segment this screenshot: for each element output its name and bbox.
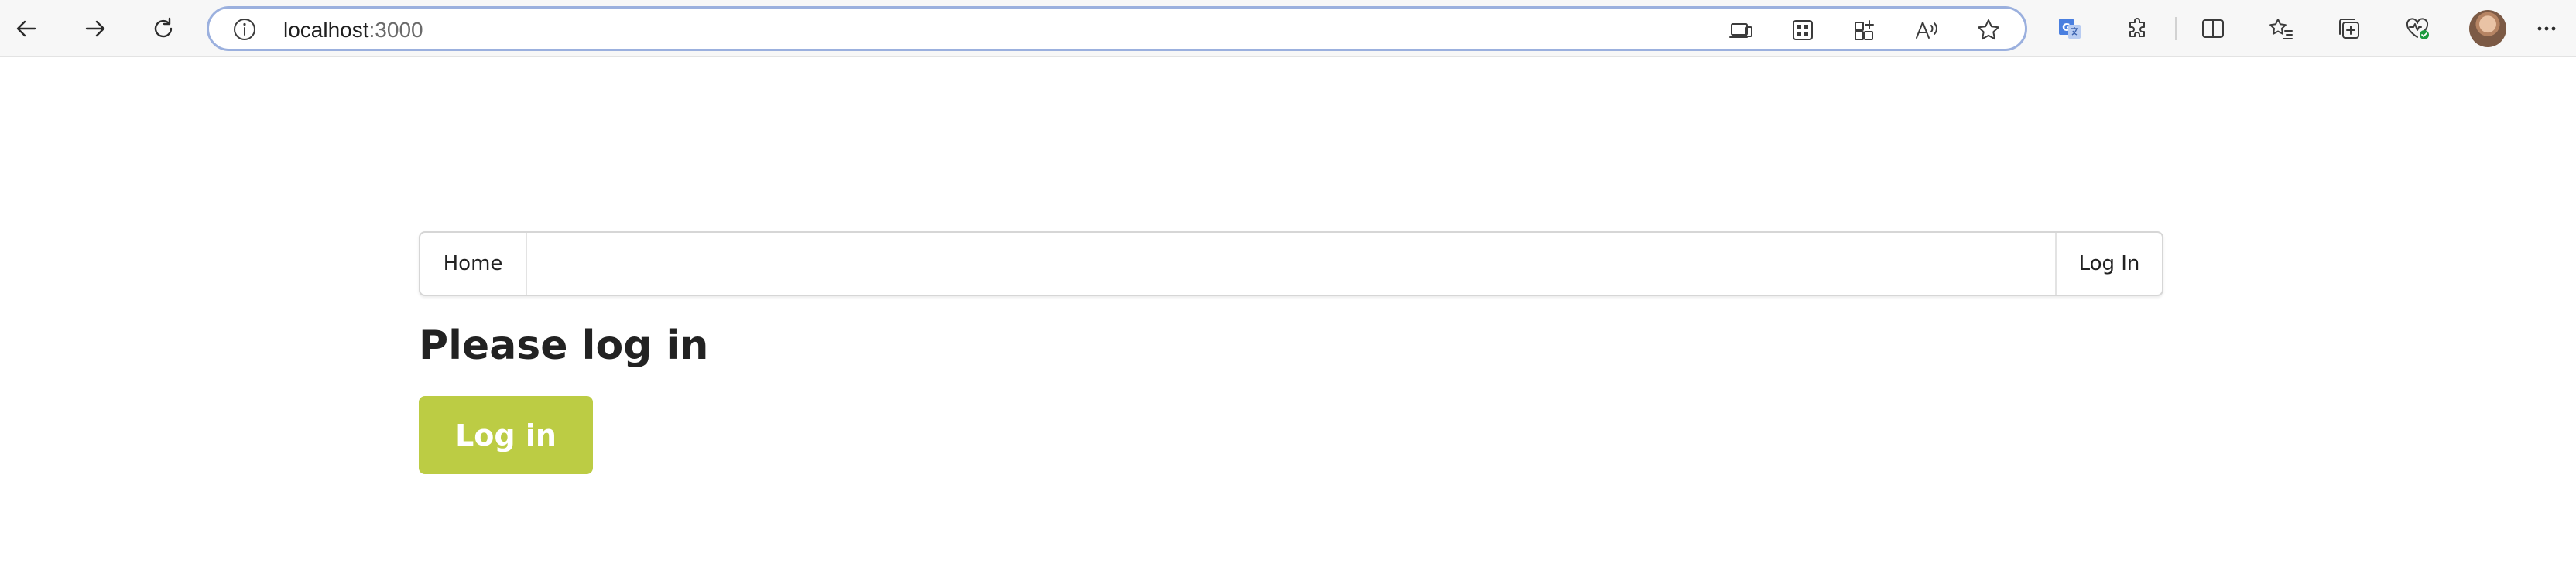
device-cast-icon[interactable] bbox=[1728, 17, 1754, 43]
url-host: localhost bbox=[283, 18, 369, 42]
collections-button[interactable] bbox=[2331, 10, 2368, 47]
split-screen-icon bbox=[2202, 19, 2224, 38]
refresh-icon bbox=[154, 17, 173, 38]
page-title: Please log in bbox=[419, 323, 709, 369]
split-screen-button[interactable] bbox=[2194, 10, 2232, 47]
collections-icon bbox=[2339, 19, 2359, 39]
more-button[interactable] bbox=[2528, 10, 2565, 47]
login-button[interactable]: Log in bbox=[419, 396, 593, 474]
puzzle-icon bbox=[2129, 18, 2145, 37]
more-icon bbox=[2537, 26, 2556, 31]
translate-icon: G bbox=[2059, 19, 2081, 39]
heart-pulse-icon bbox=[2406, 18, 2429, 39]
translate-button[interactable]: G bbox=[2051, 10, 2088, 47]
back-button[interactable] bbox=[8, 10, 45, 47]
url-port: :3000 bbox=[368, 18, 423, 42]
star-icon[interactable] bbox=[1975, 17, 2002, 43]
apps-grid-icon[interactable] bbox=[1790, 17, 1816, 43]
forward-arrow-icon bbox=[85, 20, 105, 37]
read-aloud-icon[interactable] bbox=[1913, 17, 1940, 43]
browser-toolbar: localhost:3000 G bbox=[0, 0, 2576, 57]
nav-login-link[interactable]: Log In bbox=[2055, 233, 2162, 295]
toolbar-divider bbox=[2175, 17, 2177, 40]
favorites-button[interactable] bbox=[2263, 10, 2300, 47]
nav-home-link[interactable]: Home bbox=[420, 233, 527, 295]
browser-essentials-button[interactable] bbox=[2399, 10, 2436, 47]
refresh-button[interactable] bbox=[145, 10, 182, 47]
app-available-icon[interactable] bbox=[1852, 17, 1878, 43]
address-bar[interactable]: localhost:3000 bbox=[207, 6, 2027, 51]
profile-avatar[interactable] bbox=[2469, 10, 2506, 47]
back-arrow-icon bbox=[16, 20, 36, 37]
extensions-button[interactable] bbox=[2119, 10, 2156, 47]
info-icon[interactable] bbox=[232, 17, 257, 42]
favorites-list-icon bbox=[2269, 19, 2293, 39]
site-navbar: Home Log In bbox=[419, 231, 2163, 296]
forward-button[interactable] bbox=[77, 10, 114, 47]
url-text[interactable]: localhost:3000 bbox=[283, 18, 423, 43]
